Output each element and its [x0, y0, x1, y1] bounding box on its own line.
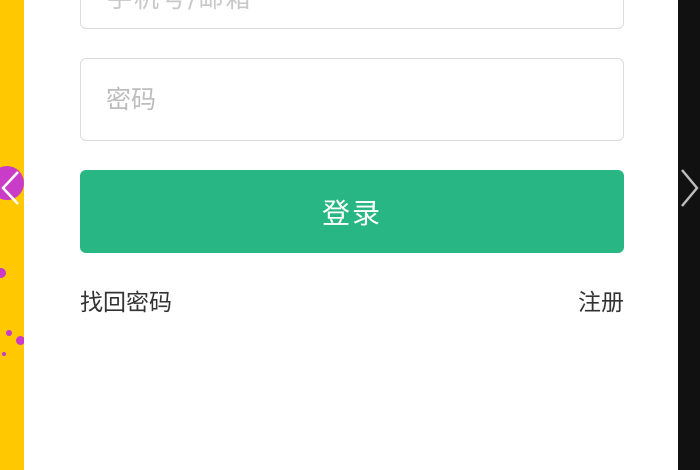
register-link[interactable]: 注册 — [578, 287, 624, 319]
find-password-link[interactable]: 找回密码 — [80, 287, 172, 319]
decor-dot — [16, 336, 24, 345]
account-field[interactable]: 手机号/邮箱 — [80, 0, 624, 29]
password-field-wrapper — [80, 58, 624, 141]
chevron-left-icon[interactable] — [0, 170, 22, 206]
right-background-strip — [678, 0, 700, 470]
decor-dot — [6, 330, 12, 336]
login-button[interactable]: 登录 — [80, 170, 624, 253]
password-input[interactable] — [81, 59, 623, 140]
login-panel: 手机号/邮箱 登录 找回密码 注册 — [24, 0, 678, 470]
screen: 手机号/邮箱 登录 找回密码 注册 — [0, 0, 700, 470]
account-field-placeholder: 手机号/邮箱 — [107, 0, 252, 15]
decor-dot — [0, 268, 6, 278]
chevron-right-icon[interactable] — [678, 168, 700, 208]
left-background-strip — [0, 0, 24, 470]
decor-dot — [2, 352, 6, 356]
